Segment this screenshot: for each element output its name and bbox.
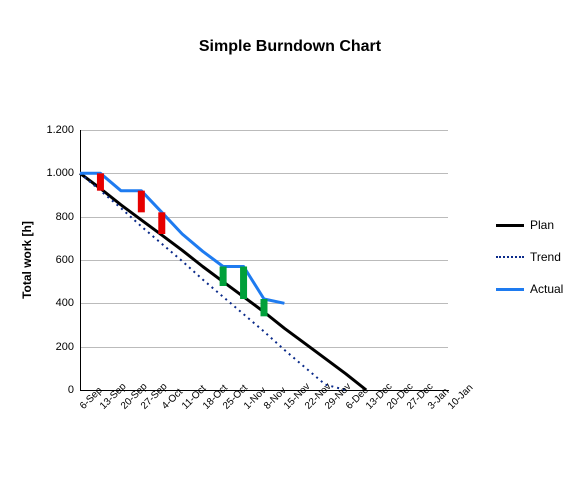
legend-label-actual: Actual: [530, 282, 563, 296]
chart-title: Simple Burndown Chart: [0, 38, 580, 56]
legend-swatch-actual: [496, 288, 524, 291]
legend-label-trend: Trend: [530, 250, 561, 264]
legend-swatch-plan: [496, 224, 524, 227]
y-tick-label: 200: [14, 341, 74, 353]
plot-area: [80, 130, 448, 390]
legend-item-plan: Plan: [496, 218, 566, 232]
legend-label-plan: Plan: [530, 218, 554, 232]
y-tick-label: 1.200: [14, 124, 74, 136]
y-tick-label: 0: [14, 384, 74, 396]
legend-item-trend: Trend: [496, 250, 566, 264]
chart-container: { "chart_data": { "type": "line", "title…: [0, 0, 580, 500]
series-actual: [80, 173, 284, 303]
y-tick-label: 800: [14, 211, 74, 223]
legend: Plan Trend Actual: [496, 200, 566, 314]
y-tick-label: 1.000: [14, 167, 74, 179]
legend-swatch-trend: [496, 256, 524, 258]
y-tick-label: 600: [14, 254, 74, 266]
legend-item-actual: Actual: [496, 282, 566, 296]
y-tick-label: 400: [14, 297, 74, 309]
x-tick-label: 10-Jan: [446, 382, 475, 411]
